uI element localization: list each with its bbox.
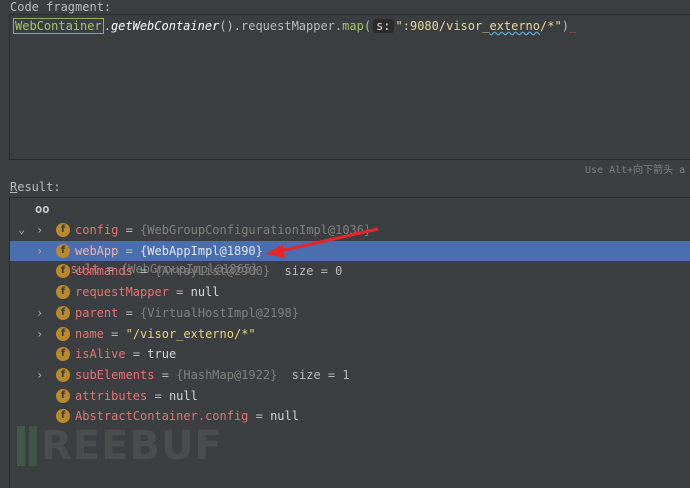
watermark-text: REEBUF [41, 423, 223, 469]
freebuf-watermark: REEBUF [17, 426, 223, 466]
red-arrow-annotation [266, 227, 379, 258]
arrow-shaft [279, 227, 379, 253]
arrow-head [266, 244, 285, 258]
